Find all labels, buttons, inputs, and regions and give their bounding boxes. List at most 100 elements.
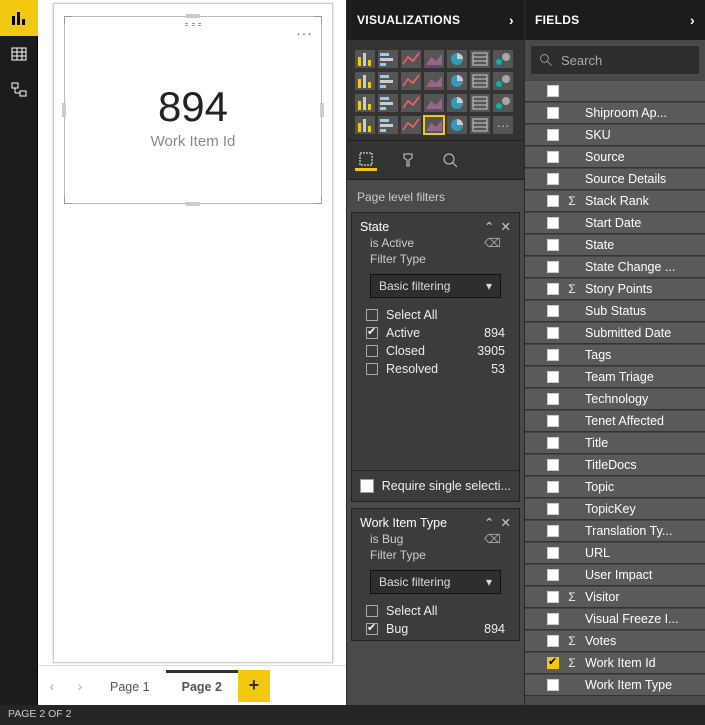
field-checkbox[interactable]	[547, 283, 559, 295]
field-checkbox[interactable]	[547, 547, 559, 559]
field-checkbox[interactable]	[547, 635, 559, 647]
field-checkbox[interactable]	[547, 393, 559, 405]
resize-handle-n[interactable]	[186, 14, 200, 18]
visual-type-icon[interactable]	[493, 72, 513, 90]
field-row[interactable]: Topic	[525, 476, 705, 498]
field-checkbox[interactable]	[547, 217, 559, 229]
field-checkbox[interactable]	[547, 349, 559, 361]
visual-type-icon[interactable]	[424, 94, 444, 112]
field-checkbox[interactable]	[547, 437, 559, 449]
field-row[interactable]: Team Triage	[525, 366, 705, 388]
filter-checkbox[interactable]	[366, 345, 378, 357]
visual-type-icon[interactable]	[470, 116, 490, 134]
field-row[interactable]: Work Item Type	[525, 674, 705, 696]
resize-handle-s[interactable]	[186, 202, 200, 206]
visual-more-icon[interactable]: ···	[493, 116, 513, 134]
collapse-filter-icon[interactable]: ⌃	[484, 219, 494, 234]
visual-type-icon[interactable]	[355, 50, 375, 68]
field-row[interactable]	[525, 80, 705, 102]
filter-option-row[interactable]: Closed3905	[366, 342, 505, 360]
prev-page-icon[interactable]: ‹	[38, 672, 66, 700]
field-checkbox[interactable]	[547, 591, 559, 603]
visual-type-icon[interactable]	[378, 50, 398, 68]
filter-option-row[interactable]: Resolved53	[366, 360, 505, 378]
resize-handle-e[interactable]	[320, 103, 324, 117]
field-row[interactable]: SKU	[525, 124, 705, 146]
filter-checkbox[interactable]	[366, 605, 378, 617]
fields-search[interactable]: Search	[531, 46, 699, 74]
visual-type-icon[interactable]	[424, 50, 444, 68]
visual-type-icon[interactable]	[493, 50, 513, 68]
field-row[interactable]: TitleDocs	[525, 454, 705, 476]
filter-option-row[interactable]: Active894	[366, 324, 505, 342]
format-tab-icon[interactable]	[397, 149, 419, 171]
eraser-icon[interactable]: ⌫	[484, 532, 501, 546]
field-row[interactable]: Tags	[525, 344, 705, 366]
next-page-icon[interactable]: ›	[66, 672, 94, 700]
visualizations-header[interactable]: VISUALIZATIONS ›	[347, 0, 524, 40]
field-checkbox[interactable]	[547, 569, 559, 581]
field-checkbox[interactable]	[547, 85, 559, 97]
report-view-icon[interactable]	[0, 0, 38, 36]
visual-type-icon[interactable]	[401, 94, 421, 112]
field-row[interactable]: Title	[525, 432, 705, 454]
add-page-button[interactable]: +	[238, 670, 270, 702]
field-row[interactable]: Source	[525, 146, 705, 168]
collapse-filter-icon[interactable]: ⌃	[484, 515, 494, 530]
visual-more-icon[interactable]: ···	[296, 25, 313, 41]
analytics-tab-icon[interactable]	[439, 149, 461, 171]
field-checkbox[interactable]	[547, 151, 559, 163]
resize-handle-w[interactable]	[62, 103, 66, 117]
field-row[interactable]: URL	[525, 542, 705, 564]
field-row[interactable]: ΣWork Item Id	[525, 652, 705, 674]
filter-checkbox[interactable]	[366, 309, 378, 321]
card-visual[interactable]: ··· 894 Work Item Id	[64, 16, 322, 204]
field-row[interactable]: Start Date	[525, 212, 705, 234]
field-checkbox[interactable]	[547, 129, 559, 141]
require-single-row[interactable]: Require single selecti...	[352, 470, 519, 501]
tab-page-1[interactable]: Page 1	[94, 670, 166, 702]
field-checkbox[interactable]	[547, 371, 559, 383]
tab-page-2[interactable]: Page 2	[166, 670, 238, 702]
field-row[interactable]: Tenet Affected	[525, 410, 705, 432]
visual-type-icon[interactable]	[447, 72, 467, 90]
remove-filter-icon[interactable]: ✕	[501, 515, 511, 530]
filter-checkbox[interactable]	[366, 327, 378, 339]
collapse-pane-icon[interactable]: ›	[509, 12, 514, 28]
visual-type-icon[interactable]	[355, 116, 375, 134]
visual-type-icon[interactable]	[355, 94, 375, 112]
visual-type-icon[interactable]	[470, 94, 490, 112]
visual-type-icon[interactable]	[401, 72, 421, 90]
visual-type-icon[interactable]	[378, 116, 398, 134]
collapse-pane-icon[interactable]: ›	[690, 12, 695, 28]
field-row[interactable]: State Change ...	[525, 256, 705, 278]
model-view-icon[interactable]	[0, 72, 38, 108]
field-row[interactable]: Shiproom Ap...	[525, 102, 705, 124]
visual-type-icon[interactable]	[378, 94, 398, 112]
visual-type-icon[interactable]	[401, 116, 421, 134]
field-checkbox[interactable]	[547, 657, 559, 669]
field-row[interactable]: Source Details	[525, 168, 705, 190]
eraser-icon[interactable]: ⌫	[484, 236, 501, 250]
field-row[interactable]: Technology	[525, 388, 705, 410]
field-checkbox[interactable]	[547, 679, 559, 691]
field-row[interactable]: Visual Freeze I...	[525, 608, 705, 630]
filter-type-select[interactable]: Basic filtering ▾	[370, 274, 501, 298]
filter-checkbox[interactable]	[366, 623, 378, 635]
resize-handle-br[interactable]	[314, 196, 322, 204]
fields-tab-icon[interactable]	[355, 149, 377, 171]
field-checkbox[interactable]	[547, 525, 559, 537]
field-row[interactable]: ΣVisitor	[525, 586, 705, 608]
data-view-icon[interactable]	[0, 36, 38, 72]
visual-type-icon[interactable]	[470, 50, 490, 68]
resize-handle-tr[interactable]	[314, 16, 322, 24]
visual-type-icon[interactable]	[424, 72, 444, 90]
field-checkbox[interactable]	[547, 459, 559, 471]
field-checkbox[interactable]	[547, 613, 559, 625]
visual-type-icon[interactable]	[447, 116, 467, 134]
resize-handle-tl[interactable]	[64, 16, 72, 24]
visual-type-icon[interactable]	[355, 72, 375, 90]
drag-grip-icon[interactable]	[185, 23, 201, 27]
visual-type-icon[interactable]	[401, 50, 421, 68]
field-row[interactable]: Sub Status	[525, 300, 705, 322]
